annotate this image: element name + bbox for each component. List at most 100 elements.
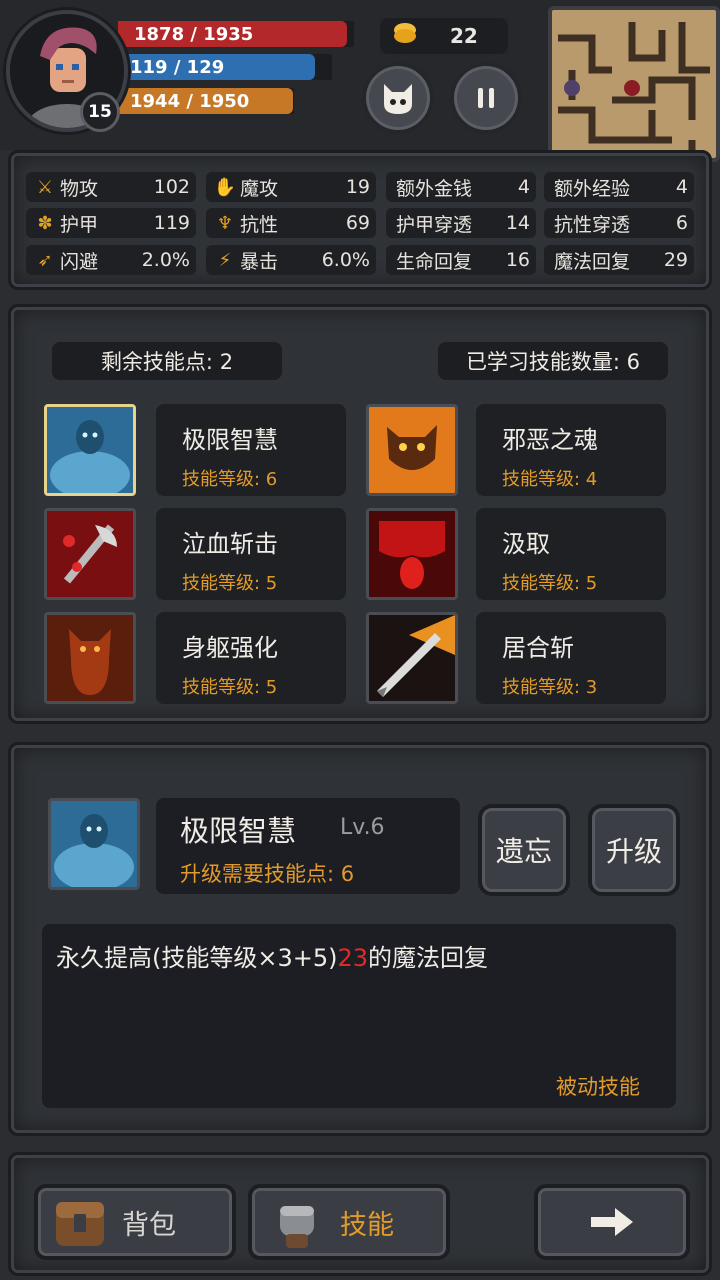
stat-label: 暴击: [240, 250, 279, 273]
stat-value: 102: [153, 176, 190, 198]
stat-value: 29: [663, 249, 688, 271]
stat-value: 6: [675, 212, 688, 234]
demon-soul-icon: [369, 407, 455, 493]
skill-level: 技能等级: 3: [502, 677, 598, 698]
stat-item: 魔法回复 29: [544, 245, 694, 275]
mp-text: 119 / 129: [130, 56, 225, 78]
skill-card[interactable]: 汲取 技能等级: 5: [476, 508, 666, 600]
skill-level: 技能等级: 6: [182, 469, 278, 490]
sword-icon: ⚔: [36, 176, 54, 198]
stat-value: 4: [675, 176, 688, 198]
stat-label: 物攻: [60, 177, 99, 200]
skill-icon-button[interactable]: [366, 404, 458, 496]
stat-label: 魔攻: [240, 177, 279, 200]
demon-body-icon: [47, 615, 133, 701]
bag-label: 背包: [122, 1209, 176, 1241]
stat-label: 额外经验: [554, 177, 631, 200]
upgrade-button[interactable]: 升级: [588, 804, 680, 896]
skill-icon-button[interactable]: [44, 508, 136, 600]
gold-counter: 22: [380, 18, 508, 54]
skill-card[interactable]: 极限智慧技能等级: 6: [156, 404, 346, 496]
xp-bar: 1944 / 1950: [114, 88, 293, 114]
stat-label: 护甲: [60, 213, 99, 236]
flaming-blade-icon: [369, 615, 455, 701]
skill-name: 身躯强化: [182, 634, 278, 662]
magic-hand-icon: ✋: [213, 176, 237, 198]
stat-value: 119: [153, 212, 190, 234]
skill-card[interactable]: 居合斩技能等级: 3: [476, 612, 666, 704]
skill-icon-button[interactable]: [366, 612, 458, 704]
detail-skill-name: 极限智慧: [180, 814, 297, 848]
desc-prefix: 永久提高(技能等级×3+5): [56, 944, 338, 972]
stat-label: 生命回复: [396, 250, 473, 273]
stat-item: 额外经验 4: [544, 172, 694, 202]
pet-button[interactable]: [362, 62, 434, 134]
skill-level: 技能等级: 4: [502, 469, 598, 490]
stat-item: ♆ 抗性 69: [206, 208, 376, 238]
pause-button[interactable]: [450, 62, 522, 134]
skill-name: 居合斩: [502, 634, 574, 662]
coin-icon: [394, 29, 416, 43]
stat-value: 14: [505, 212, 530, 234]
skill-level: 技能等级: 5: [182, 573, 278, 594]
skill-card[interactable]: 邪恶之魂技能等级: 4: [476, 404, 666, 496]
stat-label: 护甲穿透: [396, 213, 473, 236]
stat-label: 闪避: [60, 250, 99, 273]
stat-value: 69: [345, 212, 370, 234]
skill-card[interactable]: 泣血斩击 技能等级: 5: [156, 508, 346, 600]
stat-item: 额外金钱 4: [386, 172, 536, 202]
spirit-icon: [47, 407, 133, 493]
skill-icon-button[interactable]: [44, 404, 136, 496]
skill-description: 永久提高(技能等级×3+5)23的魔法回复: [56, 938, 488, 973]
stat-item: ⚡ 暴击 6.0%: [206, 245, 376, 275]
skill-level: 技能等级: 5: [182, 677, 278, 698]
detail-upgrade-cost: 升级需要技能点: 6: [180, 862, 355, 886]
mp-bar: 119 / 129: [114, 54, 315, 80]
stat-item: ➶ 闪避 2.0%: [26, 245, 196, 275]
detail-skill-icon: [48, 798, 140, 890]
gold-amount: 22: [450, 24, 478, 48]
paw-armor-icon: ✽: [37, 212, 53, 234]
skill-type: 被动技能: [556, 1075, 640, 1099]
minimap-maze: [558, 22, 710, 158]
desc-value: 23: [337, 944, 369, 972]
fist-icon: [280, 1206, 314, 1248]
skills-learned-count: 已学习技能数量: 6: [438, 342, 668, 380]
stat-value: 4: [517, 176, 530, 198]
stat-item: ✽ 护甲 119: [26, 208, 196, 238]
lightning-icon: ⚡: [218, 249, 232, 271]
stat-value: 19: [345, 176, 370, 198]
stat-label: 抗性穿透: [554, 213, 631, 236]
spirit-icon: [51, 801, 137, 887]
minimap[interactable]: [548, 6, 720, 162]
skill-card[interactable]: 身躯强化技能等级: 5: [156, 612, 346, 704]
stat-label: 额外金钱: [396, 177, 473, 200]
stat-item: 生命回复 16: [386, 245, 536, 275]
stat-item: 护甲穿透 14: [386, 208, 536, 238]
skill-name: 邪恶之魂: [502, 426, 598, 454]
skill-tab-label: 技能: [340, 1209, 394, 1241]
stat-value: 2.0%: [141, 249, 190, 271]
level-badge: 15: [80, 92, 120, 132]
skill-icon-button[interactable]: [44, 612, 136, 704]
skill-tab-button[interactable]: 技能: [248, 1184, 450, 1260]
next-button[interactable]: [534, 1184, 690, 1260]
stat-label: 魔法回复: [554, 250, 631, 273]
running-icon: ➶: [37, 249, 53, 271]
xp-text: 1944 / 1950: [130, 90, 250, 112]
blood-axe-icon: [47, 511, 133, 597]
skill-points-remaining: 剩余技能点: 2: [52, 342, 282, 380]
hp-bar: 1878 / 1935: [118, 21, 347, 47]
stat-value: 16: [505, 249, 530, 271]
skill-level: 技能等级: 5: [502, 573, 598, 594]
pause-icon: [478, 88, 494, 108]
desc-suffix: 的魔法回复: [368, 944, 489, 972]
skill-icon-button[interactable]: [366, 508, 458, 600]
arrow-right-icon: [591, 1208, 633, 1236]
bag-button[interactable]: 背包: [34, 1184, 236, 1260]
skill-name: 极限智慧: [182, 426, 278, 454]
stat-value: 6.0%: [321, 249, 370, 271]
strength-icon: ♆: [216, 212, 234, 234]
forget-button[interactable]: 遗忘: [478, 804, 570, 896]
stat-item: ⚔ 物攻 102: [26, 172, 196, 202]
